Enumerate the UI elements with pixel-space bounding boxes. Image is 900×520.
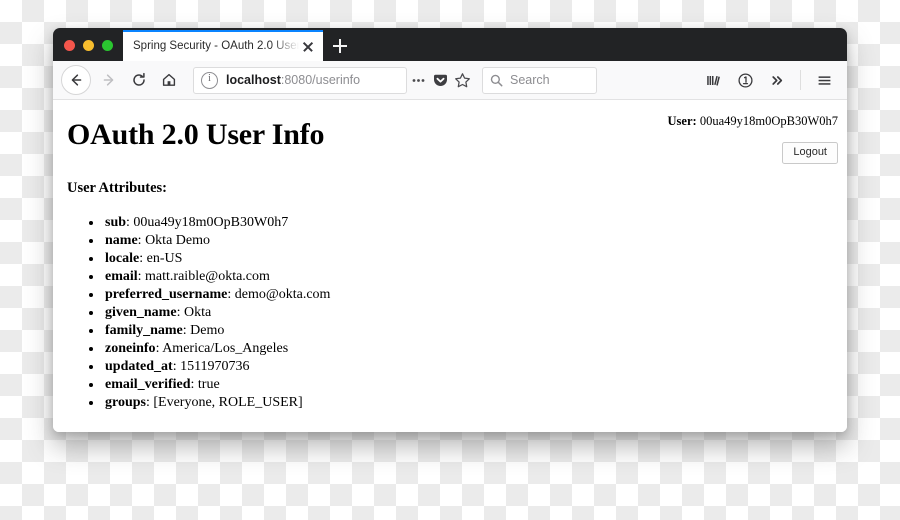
attribute-value: [Everyone, ROLE_USER]	[153, 395, 303, 410]
library-button[interactable]	[698, 65, 728, 95]
home-icon	[162, 73, 176, 86]
attribute-value: Okta	[183, 305, 212, 320]
attribute-key: given_name	[105, 305, 177, 320]
forward-button[interactable]	[94, 65, 124, 95]
minimize-window-button[interactable]	[83, 40, 94, 51]
attribute-key: preferred_username	[105, 287, 228, 302]
info-circle-icon[interactable]	[201, 71, 218, 89]
page-actions-button[interactable]	[407, 67, 429, 93]
attribute-value: matt.raible@okta.com	[145, 269, 270, 284]
attribute-value: 1511970736	[180, 359, 250, 374]
attribute-value: demo@okta.com	[234, 287, 331, 302]
attribute-key: email	[105, 269, 138, 284]
list-item: groups: [Everyone, ROLE_USER]	[103, 394, 833, 412]
list-item: updated_at: 1511970736	[103, 358, 833, 376]
browser-tab-active[interactable]: Spring Security - OAuth 2.0 User Inf	[123, 30, 323, 61]
url-text: localhost:8080/userinfo	[226, 73, 360, 87]
user-banner: User: 00ua49y18m0OpB30W0h7 Logout	[668, 114, 838, 164]
reload-button[interactable]	[124, 65, 154, 95]
attribute-key: name	[105, 233, 138, 248]
hamburger-menu-icon	[818, 75, 830, 85]
maximize-window-button[interactable]	[102, 40, 113, 51]
menu-button[interactable]	[809, 65, 839, 95]
window-controls	[53, 40, 123, 61]
account-button[interactable]	[730, 65, 760, 95]
navigation-toolbar: localhost:8080/userinfo	[53, 61, 847, 100]
attribute-key: locale	[105, 251, 140, 266]
attribute-value: 00ua49y18m0OpB30W0h7	[133, 215, 289, 230]
url-bar[interactable]: localhost:8080/userinfo	[193, 66, 407, 94]
attributes-list: sub: 00ua49y18m0OpB30W0h7name: Okta Demo…	[67, 214, 833, 412]
list-item: zoneinfo: America/Los_Angeles	[103, 340, 833, 358]
list-item: family_name: Demo	[103, 322, 833, 340]
attribute-key: sub	[105, 215, 127, 230]
plus-icon[interactable]	[323, 30, 357, 61]
bookmark-button[interactable]	[451, 67, 473, 93]
ellipsis-icon	[412, 78, 424, 82]
forward-arrow-icon	[103, 74, 114, 86]
star-icon	[454, 72, 470, 87]
toolbar-divider	[800, 70, 801, 90]
back-button[interactable]	[61, 65, 91, 95]
list-item: email: matt.raible@okta.com	[103, 268, 833, 286]
close-icon[interactable]	[299, 38, 317, 56]
list-item: sub: 00ua49y18m0OpB30W0h7	[103, 214, 833, 232]
attribute-key: email_verified	[105, 377, 191, 392]
list-item: name: Okta Demo	[103, 232, 833, 250]
page-content: User: 00ua49y18m0OpB30W0h7 Logout OAuth …	[53, 100, 847, 432]
attribute-key: zoneinfo	[105, 341, 156, 356]
user-label: User:	[667, 114, 697, 128]
url-path: :8080/userinfo	[280, 73, 361, 87]
reload-icon	[133, 72, 145, 86]
attribute-key: family_name	[105, 323, 183, 338]
account-circle-icon	[737, 72, 753, 88]
home-button[interactable]	[154, 65, 184, 95]
attributes-heading: User Attributes:	[67, 180, 168, 196]
attribute-value: true	[197, 377, 220, 392]
search-icon	[490, 74, 503, 86]
overflow-button[interactable]	[762, 65, 792, 95]
pocket-icon	[433, 74, 447, 86]
pocket-button[interactable]	[429, 67, 451, 93]
tab-strip: Spring Security - OAuth 2.0 User Inf	[53, 28, 847, 61]
list-item: locale: en-US	[103, 250, 833, 268]
double-chevron-right-icon	[771, 75, 782, 85]
attribute-value: Okta Demo	[145, 233, 210, 248]
search-bar[interactable]: Search	[482, 66, 597, 94]
browser-window: Spring Security - OAuth 2.0 User Inf i l…	[53, 28, 847, 432]
search-input[interactable]: Search	[510, 73, 550, 87]
list-item: given_name: Okta	[103, 304, 833, 322]
attribute-key: groups	[105, 395, 146, 410]
logout-button[interactable]: Logout	[782, 142, 838, 164]
tab-title: Spring Security - OAuth 2.0 User Inf	[133, 40, 299, 52]
user-id-value: 00ua49y18m0OpB30W0h7	[699, 114, 838, 128]
attribute-value: en-US	[146, 251, 183, 266]
toolbar-right-group	[698, 65, 839, 95]
attribute-key: updated_at	[105, 359, 173, 374]
close-window-button[interactable]	[64, 40, 75, 51]
back-arrow-icon	[71, 74, 82, 86]
url-host: localhost	[226, 73, 281, 87]
library-icon	[706, 75, 720, 86]
user-info-line: User: 00ua49y18m0OpB30W0h7	[668, 114, 838, 129]
attribute-value: America/Los_Angeles	[162, 341, 289, 356]
list-item: preferred_username: demo@okta.com	[103, 286, 833, 304]
list-item: email_verified: true	[103, 376, 833, 394]
attribute-value: Demo	[190, 323, 225, 338]
